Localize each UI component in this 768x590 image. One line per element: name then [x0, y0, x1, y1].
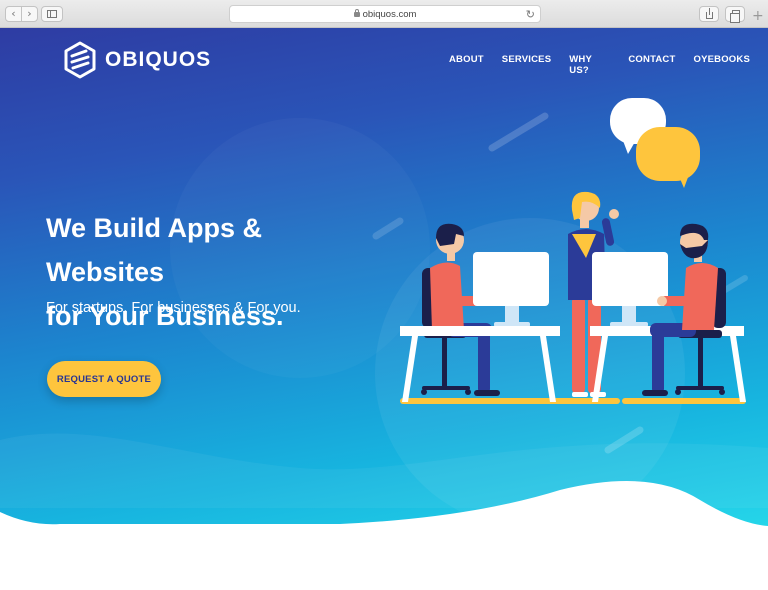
office-team-illustration [400, 98, 746, 404]
request-quote-button[interactable]: REQUEST A QUOTE [47, 361, 161, 397]
share-icon [706, 8, 713, 19]
share-button[interactable] [699, 6, 719, 22]
url-text: obiquos.com [362, 9, 417, 20]
sidebar-toggle-button[interactable] [41, 6, 63, 22]
new-tab-button[interactable]: + [752, 8, 764, 24]
left-worker-figure [421, 223, 500, 396]
hexagon-logo-icon [64, 41, 96, 79]
speech-bubble-yellow-icon [636, 127, 700, 188]
hero-headline: We Build Apps & Websites for Your Busine… [46, 206, 366, 338]
reload-icon[interactable]: ↻ [526, 6, 535, 23]
bottom-wave-divider [0, 481, 768, 590]
hero-subheadline: For startups, For businesses & For you. [46, 300, 301, 316]
sidebar-icon [47, 10, 57, 18]
headline-line-1: We Build Apps & Websites [46, 213, 262, 287]
brand-logo[interactable]: OBIQUOS [63, 40, 211, 80]
back-button[interactable]: ‹ [5, 6, 22, 22]
right-worker-figure [642, 223, 726, 396]
tabs-icon [730, 10, 740, 23]
browser-toolbar: ‹ › obiquos.com ↻ + [0, 0, 768, 28]
show-tabs-button[interactable] [725, 6, 745, 23]
forward-button[interactable]: › [21, 6, 38, 22]
lock-icon [353, 9, 360, 17]
brand-name: OBIQUOS [105, 48, 212, 71]
chevron-left-icon: ‹ [11, 7, 16, 20]
address-bar[interactable]: obiquos.com ↻ [229, 5, 541, 23]
hero-section: OBIQUOS ABOUT SERVICES WHY US? CONTACT O… [0, 28, 768, 590]
chevron-right-icon: › [27, 7, 32, 20]
